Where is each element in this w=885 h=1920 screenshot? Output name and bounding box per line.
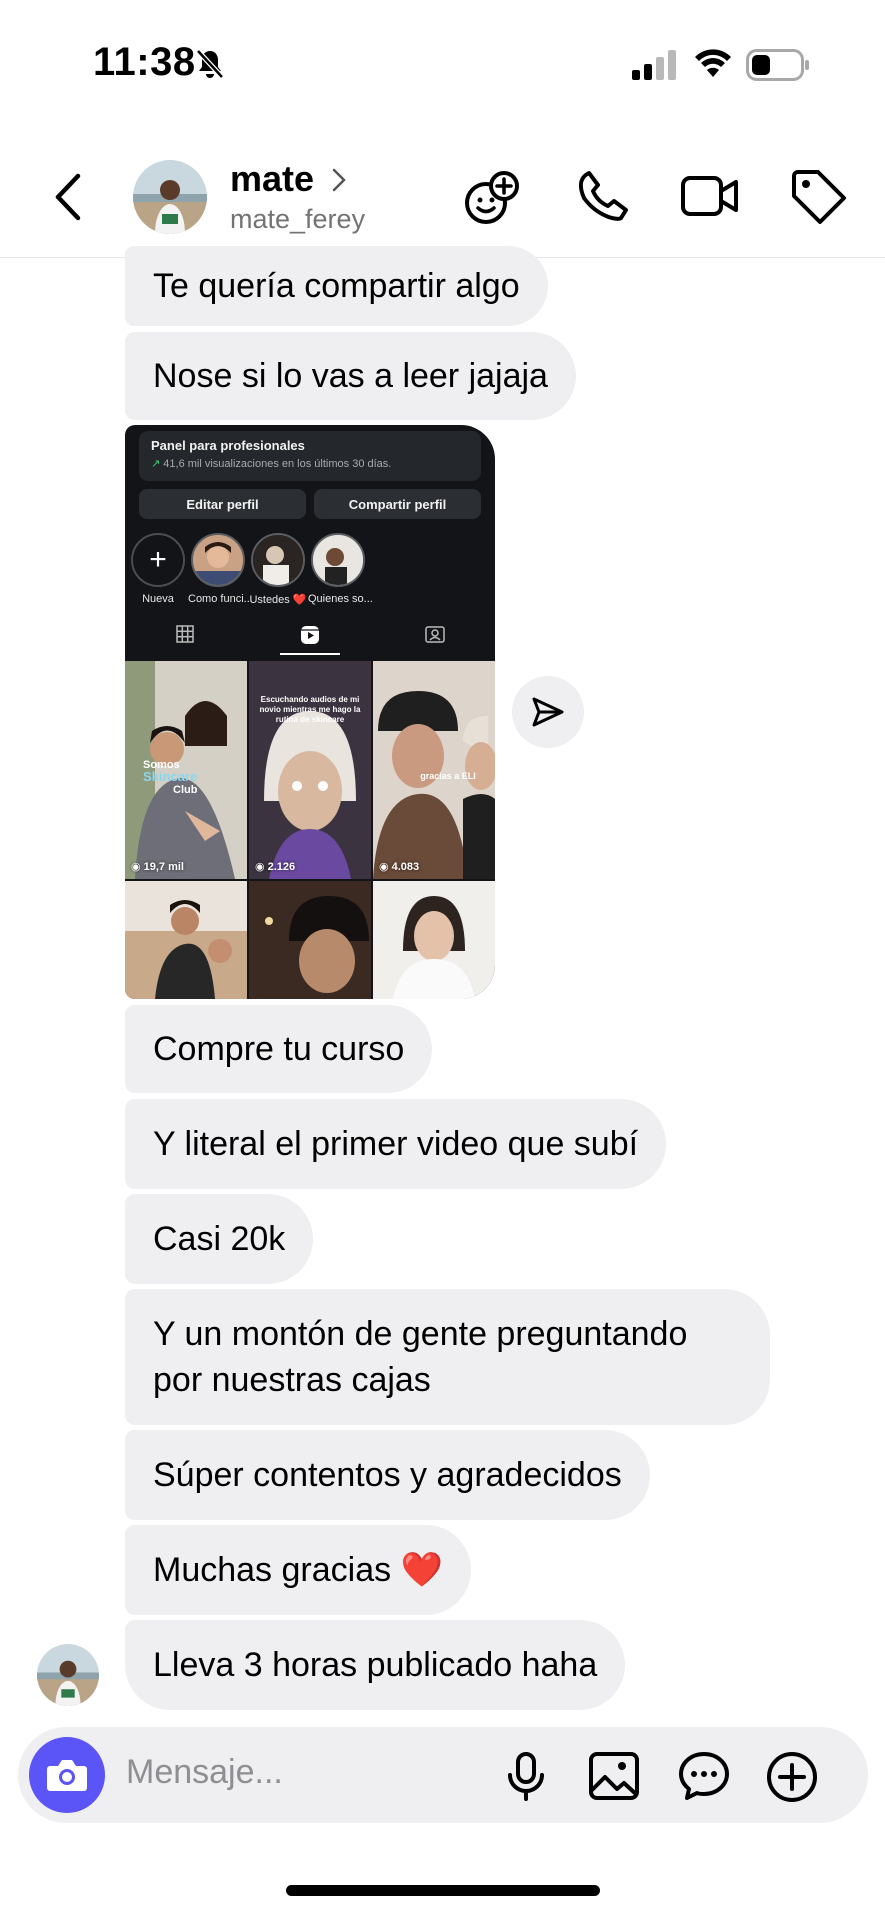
highlight-label: Como funci... <box>188 593 253 605</box>
reels-tab-icon <box>260 625 360 655</box>
phone-call-icon[interactable] <box>575 168 631 224</box>
reel-thumbnail <box>125 881 247 999</box>
status-bar: 11:38 <box>0 0 885 130</box>
highlight-label: Quienes so... <box>308 593 373 605</box>
message-bubble[interactable]: Muchas gracias ❤️ <box>125 1525 471 1615</box>
camera-icon <box>47 1760 87 1791</box>
sticker-chat-icon[interactable] <box>678 1751 730 1801</box>
edit-profile-button: Editar perfil <box>139 489 306 519</box>
contact-avatar[interactable] <box>133 160 207 234</box>
highlight-new: + Nueva <box>128 533 188 605</box>
message-bubble[interactable]: Nose si lo vas a leer jajaja <box>125 332 576 420</box>
send-icon <box>532 697 564 727</box>
tag-icon[interactable] <box>790 168 848 226</box>
message-bubble[interactable]: Compre tu curso <box>125 1005 433 1093</box>
chevron-right-icon[interactable] <box>330 166 348 194</box>
status-time: 11:38 <box>93 40 196 84</box>
contact-username[interactable]: mate_ferey <box>230 204 365 235</box>
reel-views: ◉ 2.126 <box>255 860 296 874</box>
message-bubble[interactable]: Y un montón de gente preguntando por nue… <box>125 1289 770 1425</box>
reel-views: ◉ 4.083 <box>379 860 420 874</box>
message-text: Y un montón de gente preguntando por nue… <box>153 1315 688 1399</box>
message-bubble[interactable]: Te quería compartir algo <box>125 246 548 326</box>
message-bubble[interactable]: Y literal el primer video que subí <box>125 1099 667 1189</box>
message-bubble[interactable]: Súper contentos y agradecidos <box>125 1430 650 1520</box>
message-text: Y literal el primer video que subí <box>153 1125 639 1163</box>
profile-tabs <box>125 617 495 657</box>
back-chevron-icon[interactable] <box>50 170 86 224</box>
plus-icon: + <box>131 533 185 587</box>
bell-slash-icon <box>196 49 224 79</box>
gallery-icon[interactable] <box>588 1751 640 1801</box>
message-text: Te quería compartir algo <box>153 267 520 305</box>
battery-icon <box>746 49 809 81</box>
message-input[interactable] <box>126 1753 486 1792</box>
share-profile-button: Compartir perfil <box>314 489 481 519</box>
sender-avatar[interactable] <box>37 1644 99 1706</box>
panel-subtitle: ↗ 41,6 mil visualizaciones en los último… <box>151 458 392 470</box>
highlight-item: Ustedes ❤️ <box>248 533 308 606</box>
message-text: Lleva 3 horas publicado haha <box>153 1646 598 1684</box>
tagged-tab-icon <box>385 625 485 655</box>
wifi-icon <box>695 49 731 77</box>
message-text: Nose si lo vas a leer jajaja <box>153 357 548 395</box>
message-text: Casi 20k <box>153 1220 286 1258</box>
cellular-signal-icon <box>632 50 676 80</box>
reel-caption: gracias a ELI <box>420 771 476 781</box>
trend-up-icon: ↗ <box>151 458 161 470</box>
chat-header: mate mate_ferey <box>0 140 885 258</box>
reel-thumbnail: Escuchando audios de mi novio mientras m… <box>249 661 371 879</box>
message-text: Compre tu curso <box>153 1030 405 1068</box>
reel-thumbnail <box>249 881 371 999</box>
professional-dashboard-panel: Panel para profesionales ↗ 41,6 mil visu… <box>139 431 481 481</box>
eye-icon: ◉ <box>255 861 265 873</box>
reel-caption: Escuchando audios de mi novio mientras m… <box>259 695 361 724</box>
highlight-item: Quienes so... <box>308 533 373 605</box>
message-text: Súper contentos y agradecidos <box>153 1456 622 1494</box>
share-post-button[interactable] <box>512 676 584 748</box>
message-text: Muchas gracias ❤️ <box>153 1551 443 1589</box>
eye-icon: ◉ <box>131 861 141 873</box>
reel-thumbnail: gracias a ELI ◉ 4.083 <box>373 661 495 879</box>
contact-name[interactable]: mate <box>230 158 314 200</box>
reel-views: ◉ 19,7 mil <box>131 860 184 874</box>
highlight-item: Como funci... <box>188 533 253 605</box>
message-bubble[interactable]: Lleva 3 horas publicado haha <box>125 1620 626 1710</box>
reel-caption: Somos Skincare Club <box>143 759 198 796</box>
video-call-icon[interactable] <box>680 168 740 224</box>
highlight-label: Ustedes ❤️ <box>249 594 307 606</box>
effects-icon[interactable] <box>462 168 522 228</box>
message-bubble[interactable]: Casi 20k <box>125 1194 314 1284</box>
highlight-label: Nueva <box>142 593 174 605</box>
grid-tab-icon <box>135 625 235 655</box>
message-composer <box>18 1727 868 1823</box>
camera-button[interactable] <box>29 1737 105 1813</box>
add-plus-icon[interactable] <box>766 1751 818 1803</box>
shared-profile-screenshot[interactable]: Panel para profesionales ↗ 41,6 mil visu… <box>125 425 495 999</box>
eye-icon: ◉ <box>379 861 389 873</box>
reel-thumbnail: Somos Skincare Club ◉ 19,7 mil <box>125 661 247 879</box>
reel-thumbnail <box>373 881 495 999</box>
panel-title: Panel para profesionales <box>151 438 305 453</box>
reels-grid: Somos Skincare Club ◉ 19,7 mil Escuchando… <box>125 661 495 999</box>
home-indicator[interactable] <box>286 1885 600 1896</box>
microphone-icon[interactable] <box>503 1751 549 1801</box>
active-tab-indicator <box>280 653 340 655</box>
